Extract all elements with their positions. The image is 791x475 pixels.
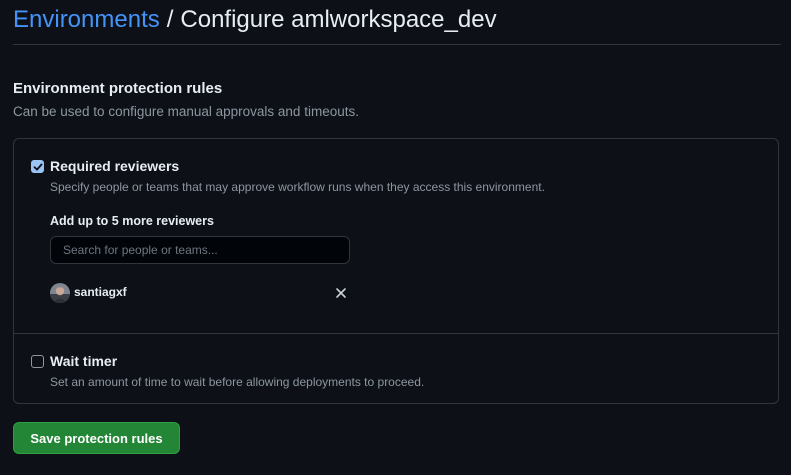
required-reviewers-description: Specify people or teams that may approve… [50, 180, 545, 194]
rule-divider [14, 333, 778, 334]
wait-timer-description: Set an amount of time to wait before all… [50, 375, 425, 389]
close-icon [336, 288, 346, 298]
environment-config-page: Environments / Configure amlworkspace_de… [0, 0, 791, 475]
user-avatar-icon [50, 283, 70, 303]
save-protection-rules-button[interactable]: Save protection rules [13, 422, 180, 454]
breadcrumb-separator: / [166, 6, 174, 33]
checkmark-icon [33, 163, 42, 170]
reviewers-search-input[interactable] [50, 236, 350, 264]
page-title: Configure amlworkspace_dev [180, 6, 497, 33]
wait-timer-checkbox[interactable] [31, 355, 44, 368]
breadcrumb-environments-link[interactable]: Environments [13, 4, 160, 36]
required-reviewers-checkbox[interactable] [31, 160, 44, 173]
protection-rules-description: Can be used to configure manual approval… [13, 104, 359, 119]
breadcrumb: Environments / Configure amlworkspace_de… [13, 4, 781, 45]
reviewer-list-item: santiagxf [50, 283, 350, 303]
required-reviewers-label[interactable]: Required reviewers [50, 158, 179, 174]
reviewer-username: santiagxf [74, 285, 127, 299]
protection-rules-heading: Environment protection rules [13, 80, 223, 97]
wait-timer-label[interactable]: Wait timer [50, 353, 117, 369]
remove-reviewer-button[interactable] [334, 286, 348, 300]
protection-rules-box: Required reviewers Specify people or tea… [13, 138, 779, 404]
add-reviewers-label: Add up to 5 more reviewers [50, 214, 214, 228]
